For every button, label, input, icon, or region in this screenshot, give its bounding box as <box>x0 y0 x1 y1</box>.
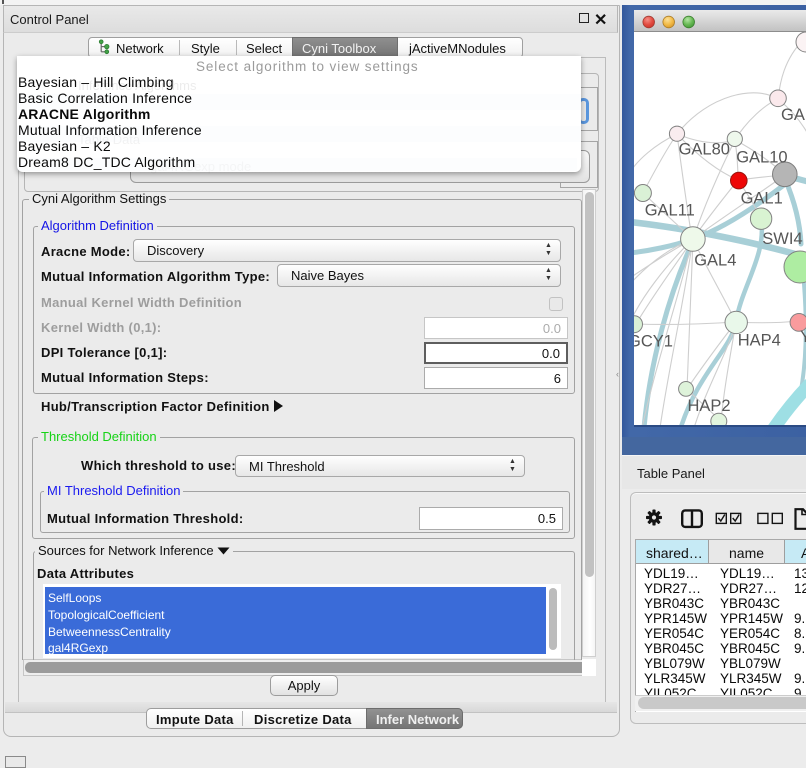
svg-text:HAP2: HAP2 <box>688 397 731 415</box>
svg-text:GAL80: GAL80 <box>679 141 730 159</box>
svg-text:Y: Y <box>800 328 806 346</box>
svg-text:GAL7: GAL7 <box>781 106 806 124</box>
svg-text:GAL10: GAL10 <box>736 149 787 167</box>
svg-text:SWI4: SWI4 <box>762 230 802 248</box>
svg-text:GAL1: GAL1 <box>741 189 783 207</box>
svg-text:HAP4: HAP4 <box>738 331 781 349</box>
svg-text:GAL4: GAL4 <box>694 252 736 270</box>
svg-text:GAL11: GAL11 <box>645 202 695 220</box>
svg-text:GCY1: GCY1 <box>634 333 673 351</box>
